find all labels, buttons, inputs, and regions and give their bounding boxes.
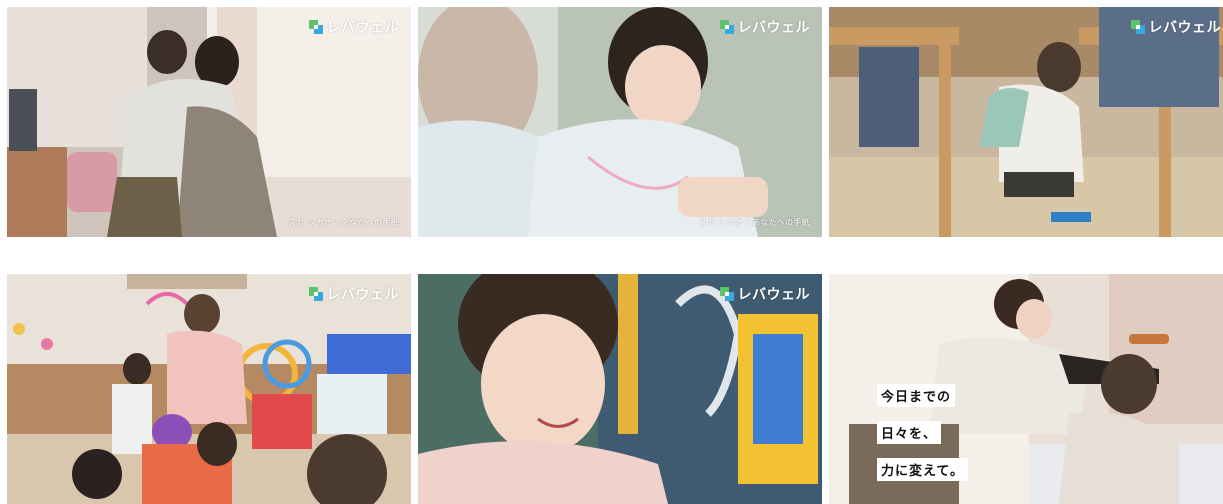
caption-line: 力に変えて。 xyxy=(877,458,968,481)
video-frame-nursery: レバウェル xyxy=(7,274,411,504)
video-frame-care-worker: レバウェル xyxy=(829,7,1223,237)
scene-nurse-image xyxy=(418,7,822,237)
video-frame-hug: レバウェル スガ シカオ / あなたへの手紙 xyxy=(7,7,411,237)
caption-block: 今日までの 日々を、 力に変えて。 xyxy=(877,384,968,495)
video-frame-smile: レバウェル xyxy=(418,274,822,504)
scene-nursery-image xyxy=(7,274,411,504)
brand-logo-text: レバウェル xyxy=(326,287,399,303)
song-credit: スガ シカオ / あなたへの手紙 xyxy=(287,218,399,227)
scene-hug-image xyxy=(7,7,411,237)
brand-logo: レバウェル xyxy=(308,284,400,304)
brand-logo-text: レバウェル xyxy=(326,20,399,36)
brand-mark-icon xyxy=(308,20,323,34)
song-credit: スガ シカオ / あなたへの手紙 xyxy=(698,218,810,227)
video-frame-nurse: レバウェル スガ シカオ / あなたへの手紙 xyxy=(418,7,822,237)
brand-logo: レバウェル xyxy=(308,17,400,37)
scene-care-worker-image xyxy=(829,7,1223,237)
brand-logo: レバウェル xyxy=(719,284,811,304)
caption-line: 日々を、 xyxy=(877,421,942,444)
brand-logo-text: レバウェル xyxy=(737,20,810,36)
caption-line: 今日までの xyxy=(877,384,956,407)
brand-mark-icon xyxy=(719,20,734,34)
brand-logo-text: レバウェル xyxy=(1148,20,1221,36)
brand-mark-icon xyxy=(308,287,323,301)
brand-logo: レバウェル xyxy=(719,17,811,37)
brand-logo-text: レバウェル xyxy=(737,287,810,303)
brand-logo: レバウェル xyxy=(1130,17,1222,37)
scene-smile-image xyxy=(418,274,822,504)
video-frame-caption: 今日までの 日々を、 力に変えて。 xyxy=(829,274,1223,504)
brand-mark-icon xyxy=(719,287,734,301)
brand-mark-icon xyxy=(1130,20,1145,34)
